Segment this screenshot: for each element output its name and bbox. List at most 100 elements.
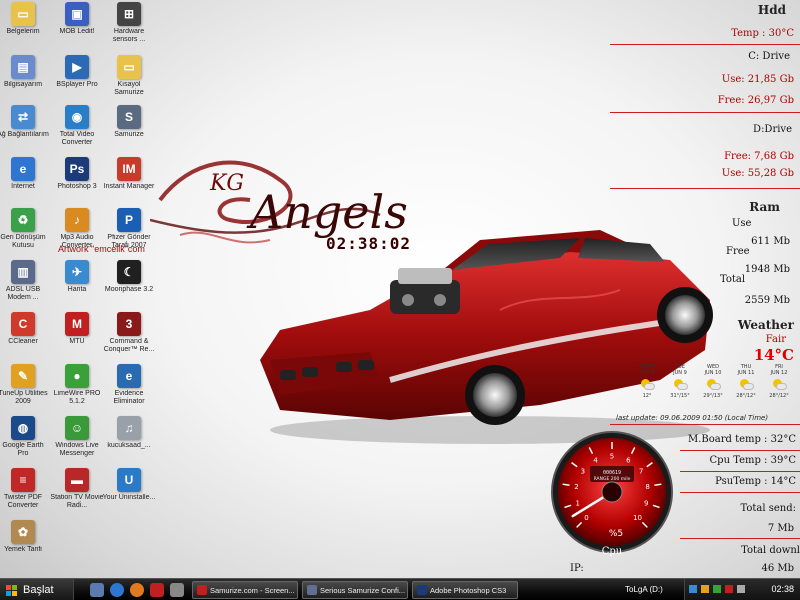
gauge-tick-label: 10: [633, 514, 642, 522]
sun-cloud-icon: [738, 379, 754, 391]
desktop-icon-label: ADSL USB Modem ...: [5, 286, 41, 301]
hdd-title: Hdd: [757, 3, 786, 17]
desktop-icon-label: Internet: [11, 183, 35, 190]
desktop-icon[interactable]: 3 Command & Conquer™ Re...: [102, 312, 156, 354]
folder-icon: ▭: [117, 55, 141, 79]
desktop-icon-label: Ağ Bağlantılarım: [0, 131, 49, 138]
desktop-icon[interactable]: ◍ Google Earth Pro: [0, 416, 50, 458]
desktop-icon[interactable]: ● LimeWire PRO 5.1.2: [50, 364, 104, 406]
desktop-icon-label: Geri Dönüşüm Kutusu: [0, 234, 46, 249]
weather-day: TUE JUN 9 31°/15°: [665, 364, 695, 399]
desktop-icon[interactable]: ▶ BSplayer Pro: [50, 55, 104, 89]
desktop-icon[interactable]: ✿ Yemek Tarifi: [0, 520, 50, 554]
network-icon: ⇄: [11, 105, 35, 129]
desktop-icon-label: Station TV Movie Radi...: [50, 494, 104, 509]
gauge-tick-label: 0: [584, 514, 588, 522]
desktop-icon[interactable]: e Evidence Eliminator: [102, 364, 156, 406]
task-label: Adobe Photoshop CS3: [430, 585, 507, 595]
firefox-quicklaunch-icon[interactable]: [130, 583, 144, 597]
desktop-icon[interactable]: ⇄ Ağ Bağlantılarım: [0, 105, 50, 139]
computer-icon: ▤: [11, 55, 35, 79]
taskbar-button[interactable]: Adobe Photoshop CS3: [412, 581, 518, 599]
desktop-icon[interactable]: ☾ Moonphase 3.2: [102, 260, 156, 294]
desktop-icon[interactable]: ≡ Twister PDF Converter: [0, 468, 50, 510]
taskbar-button[interactable]: Samurize.com - Screen...: [192, 581, 298, 599]
desktop-icon[interactable]: ▭ Kısayol Samurize: [102, 55, 156, 97]
gauge-tick-label: 5: [610, 453, 614, 461]
start-label: Başlat: [23, 584, 54, 596]
mtu-icon: M: [65, 312, 89, 336]
gauge-tick-label: 4: [593, 456, 598, 464]
weather-day-range: 29°/13°: [703, 393, 723, 399]
show-desktop-icon[interactable]: [90, 583, 104, 597]
weather-day: TODAY JUN 8 12°: [632, 364, 662, 399]
quicklaunch-expand-icon[interactable]: [170, 583, 184, 597]
gauge-percent: %5: [609, 529, 623, 539]
desktop-icon-area: ▭ Belgelerim ▣ MOB Ledit! ⊞ Hardware sensors …: [0, 0, 170, 578]
desktop-icon[interactable]: ✎ TuneUp Utilities 2009: [0, 364, 50, 406]
divider: [680, 450, 800, 451]
ip-label: IP:: [570, 563, 584, 574]
desktop-icon[interactable]: ▬ Station TV Movie Radi...: [50, 468, 104, 510]
ram-total-label: Total: [720, 274, 746, 285]
desktop-icon[interactable]: S Samurize: [102, 105, 156, 139]
divider: [680, 471, 800, 472]
gauge-tick-label: 7: [639, 467, 643, 475]
taskbar-button[interactable]: Serious Samurize Confi...: [302, 581, 408, 599]
desktop-icon[interactable]: ▤ Bilgisayarım: [0, 55, 50, 89]
desktop-icon[interactable]: U Your Uninstalle...: [102, 468, 156, 502]
ram-title: Ram: [749, 200, 780, 214]
desktop-icon[interactable]: Ps Photoshop 3: [50, 157, 104, 191]
gauge-tick-label: 8: [645, 483, 649, 491]
desktop-icon-label: Google Earth Pro: [2, 442, 44, 457]
ie-quicklaunch-icon[interactable]: [110, 583, 124, 597]
network-tray-icon[interactable]: [689, 585, 697, 593]
weather-day-date: JUN 12: [770, 370, 788, 376]
desktop-icon[interactable]: ▭ Belgelerim: [0, 2, 50, 36]
audio-icon: ♪: [65, 208, 89, 232]
desktop-icon[interactable]: ✈ Harita: [50, 260, 104, 294]
desktop-icon[interactable]: C CCleaner: [0, 312, 50, 346]
d-drive-free: Free: 7,68 Gb: [724, 151, 794, 162]
desktop-icon-label: Photoshop 3: [57, 183, 97, 190]
gauge-tick-label: 2: [574, 483, 578, 491]
desktop-icon[interactable]: ♻ Geri Dönüşüm Kutusu: [0, 208, 50, 250]
gauge-tick-label: 9: [644, 500, 648, 508]
weather-last-update: last update: 09.06.2009 01:50 (Local Tim…: [616, 414, 769, 422]
desktop-icon-label: Command & Conquer™ Re...: [103, 338, 155, 353]
desktop-icon[interactable]: ▣ MOB Ledit!: [50, 2, 104, 36]
opera-quicklaunch-icon[interactable]: [150, 583, 164, 597]
start-button[interactable]: Başlat: [0, 579, 74, 600]
desktop-icon[interactable]: ⊞ Hardware sensors ...: [102, 2, 156, 44]
task-app-icon: [197, 585, 207, 595]
desktop-icon[interactable]: e Internet: [0, 157, 50, 191]
safely-remove-tray-icon[interactable]: [737, 585, 745, 593]
divider: [610, 424, 800, 425]
desktop-icon-label: Your Uninstalle...: [102, 494, 156, 501]
gauge-range: RANGE 200 mile: [594, 476, 631, 482]
ie-icon: e: [11, 157, 35, 181]
desktop-icon[interactable]: ▥ ADSL USB Modem ...: [0, 260, 50, 302]
desktop-icon-label: Yemek Tarifi: [4, 546, 42, 553]
gauge-tick-label: 6: [626, 456, 631, 464]
ram-free: 1948 Mb: [744, 264, 790, 275]
desktop-icon-label: kucuksaad_...: [107, 442, 151, 449]
total-send: 7 Mb: [767, 523, 794, 534]
weather-day-date: JUN 11: [737, 370, 755, 376]
desktop-icon[interactable]: IM Instant Manager: [102, 157, 156, 191]
desktop-icon[interactable]: ♫ kucuksaad_...: [102, 416, 156, 450]
weather-day: WED JUN 10 29°/13°: [698, 364, 728, 399]
desktop-icon[interactable]: M MTU: [50, 312, 104, 346]
total-down: 46 Mb: [761, 563, 794, 574]
desktop-icon[interactable]: ◉ Total Video Converter: [50, 105, 104, 147]
ram-total: 2559 Mb: [744, 295, 790, 306]
sun-cloud-icon: [672, 379, 688, 391]
desktop-icon[interactable]: ☺ Windows Live Messenger: [50, 416, 104, 458]
desktop-icon-label: BSplayer Pro: [56, 81, 98, 88]
tray-clock[interactable]: 02:38: [771, 584, 794, 594]
weather-day-date: JUN 10: [704, 370, 722, 376]
modem-icon: ▥: [11, 260, 35, 284]
antivirus-tray-icon[interactable]: [725, 585, 733, 593]
messenger-tray-icon[interactable]: [713, 585, 721, 593]
volume-tray-icon[interactable]: [701, 585, 709, 593]
